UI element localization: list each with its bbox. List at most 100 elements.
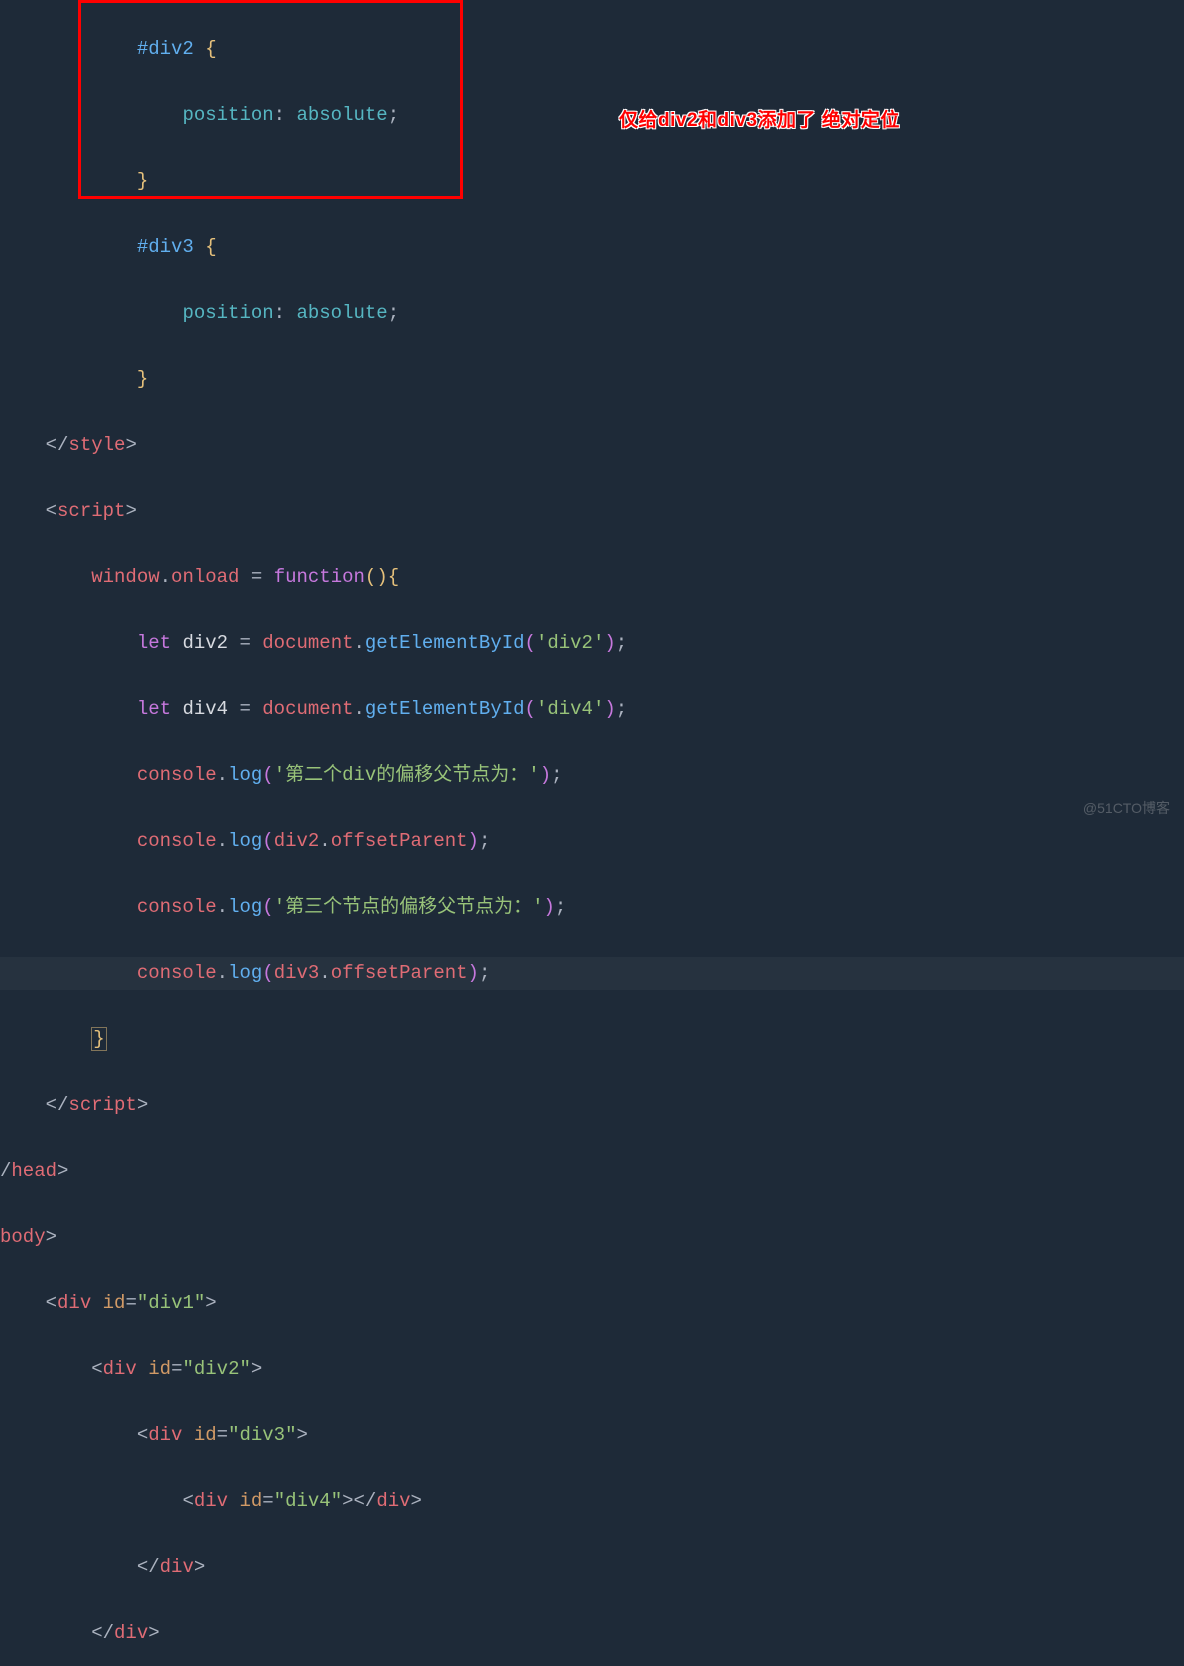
css-prop: position [182,104,273,126]
angle-close: > [125,434,136,456]
dot: . [354,698,365,720]
code-line: </script> [0,1089,1184,1122]
js-method: log [228,962,262,984]
js-window: window [91,566,159,588]
angle-open: / [0,1160,11,1182]
tag-style: style [68,434,125,456]
code-line: position: absolute; [0,297,1184,330]
angle-close: > [411,1490,422,1512]
code-line: let div2 = document.getElementById('div2… [0,627,1184,660]
js-console: console [137,962,217,984]
tag-body: body [0,1226,46,1248]
dot: . [319,962,330,984]
code-line: <div id="div3"> [0,1419,1184,1452]
angle-close: > [137,1094,148,1116]
tag-div: div [114,1622,148,1644]
code-line: <script> [0,495,1184,528]
paren-open: ( [262,896,273,918]
equals: = [125,1292,136,1314]
js-console: console [137,764,217,786]
attr-id: id [194,1424,217,1446]
js-let: let [137,632,171,654]
dot: . [217,962,228,984]
paren-close: ) [544,896,555,918]
js-prop: offsetParent [331,830,468,852]
code-line: console.log(div3.offsetParent); [0,957,1184,990]
brace-open: { [205,236,216,258]
tag-div: div [160,1556,194,1578]
code-line: </div> [0,1551,1184,1584]
semicolon: ; [616,698,627,720]
tag-div: div [103,1358,137,1380]
js-document: document [262,698,353,720]
angle-close: > [297,1424,308,1446]
code-line: console.log(div2.offsetParent); [0,825,1184,858]
paren-close: ) [468,962,479,984]
semicolon: ; [555,896,566,918]
angle-open: < [137,1424,148,1446]
attr-val: "div2" [182,1358,250,1380]
js-string: 'div2' [536,632,604,654]
js-prop: offsetParent [331,962,468,984]
angle-open: < [46,1292,57,1314]
js-var: div2 [274,830,320,852]
colon: : [274,104,285,126]
annotation-text: 仅给div2和div3添加了 绝对定位 [619,104,900,137]
attr-val: "div4" [274,1490,342,1512]
attr-val: "div1" [137,1292,205,1314]
angle-close: > [148,1622,159,1644]
angle-close: > [57,1160,68,1182]
css-val: absolute [296,302,387,324]
code-line: #div3 { [0,231,1184,264]
tag-div: div [376,1490,410,1512]
angle-close: > [251,1358,262,1380]
css-selector: #div2 [137,38,194,60]
code-line: let div4 = document.getElementById('div4… [0,693,1184,726]
semicolon: ; [388,302,399,324]
tag-div: div [194,1490,228,1512]
js-string: '第三个节点的偏移父节点为：' [274,896,544,918]
dot: . [217,830,228,852]
attr-id: id [148,1358,171,1380]
paren-open: ( [262,764,273,786]
brace-close: } [137,170,148,192]
brace-close: } [137,368,148,390]
angle-open: </ [46,434,69,456]
brace-open: { [205,38,216,60]
angle-open: </ [91,1622,114,1644]
angle-open: </ [137,1556,160,1578]
semicolon: ; [551,764,562,786]
code-line: window.onload = function(){ [0,561,1184,594]
js-function: function [274,566,365,588]
js-console: console [137,896,217,918]
css-val: absolute [296,104,387,126]
dot: . [217,896,228,918]
semicolon: ; [479,962,490,984]
js-var: div2 [182,632,228,654]
code-line: <div id="div1"> [0,1287,1184,1320]
paren-close: ) [468,830,479,852]
code-line: position: absolute; [0,99,1184,132]
tag-script: script [57,500,125,522]
code-line: } [0,363,1184,396]
paren-open: ( [262,962,273,984]
js-console: console [137,830,217,852]
brace-open: { [388,566,399,588]
angle-open: </ [354,1490,377,1512]
js-let: let [137,698,171,720]
tag-script: script [68,1094,136,1116]
code-line: } [0,165,1184,198]
angle-open: < [182,1490,193,1512]
paren-open: ( [525,698,536,720]
js-method: log [228,830,262,852]
code-line: #div2 { [0,33,1184,66]
css-selector: #div3 [137,236,194,258]
angle-open: </ [46,1094,69,1116]
tag-div: div [57,1292,91,1314]
angle-close: > [194,1556,205,1578]
paren-close: ) [376,566,387,588]
code-line: console.log('第二个div的偏移父节点为：'); [0,759,1184,792]
equals: = [239,698,250,720]
angle-close: > [46,1226,57,1248]
paren-open: ( [525,632,536,654]
